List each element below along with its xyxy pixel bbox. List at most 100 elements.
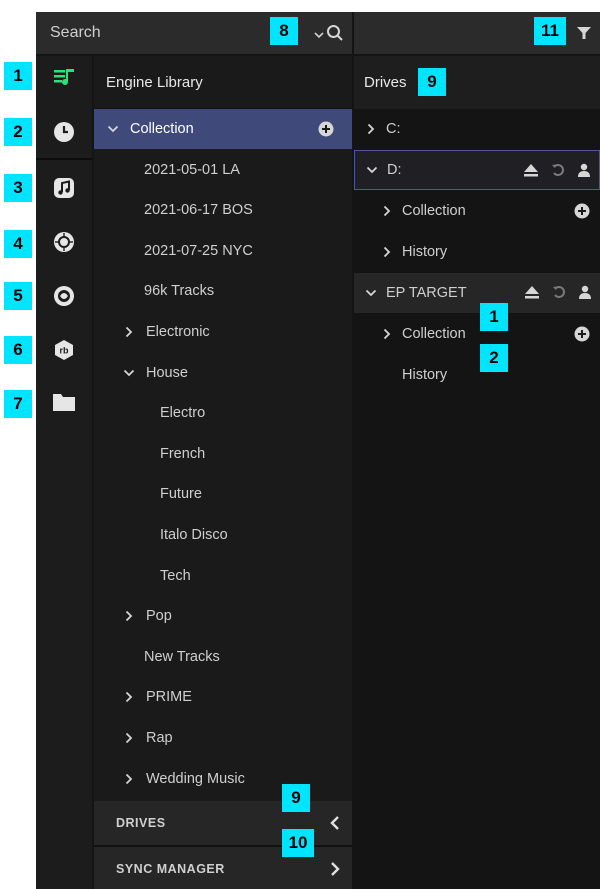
svg-text:rb: rb: [60, 346, 70, 356]
callout-badge: 3: [4, 174, 32, 202]
itunes-icon[interactable]: [52, 176, 76, 200]
chevron-down-icon[interactable]: [106, 125, 120, 133]
drive-item-label: Collection: [402, 326, 466, 342]
tree-item[interactable]: Italo Disco: [94, 515, 352, 555]
chevron-right-icon[interactable]: [380, 205, 394, 217]
history-clock-icon[interactable]: [52, 120, 76, 144]
tree-item-label: 96k Tracks: [144, 283, 215, 300]
chevron-right-icon[interactable]: [122, 691, 136, 703]
tree-item[interactable]: Rap: [94, 718, 352, 758]
tree-item[interactable]: Future: [94, 474, 352, 514]
drive-subitem[interactable]: Collection: [354, 314, 600, 354]
callout-badge: 8: [270, 17, 298, 45]
drive-subitem[interactable]: History: [354, 232, 600, 272]
callout-badge: 10: [282, 829, 314, 857]
callout-badge: 2: [480, 344, 508, 372]
chevron-down-icon[interactable]: [365, 166, 379, 174]
folder-icon[interactable]: [52, 390, 76, 414]
drive-subitem[interactable]: History: [354, 355, 600, 395]
drives-pane: Drives C: D: Collection History EP TARGET Col…: [354, 56, 600, 889]
chevron-down-icon[interactable]: [364, 289, 378, 297]
add-playlist-icon[interactable]: [574, 326, 590, 346]
tree-item-label: Pop: [146, 608, 172, 625]
user-profile-icon[interactable]: [578, 285, 592, 303]
sync-manager-label: SYNC MANAGER: [116, 862, 225, 876]
drive-item-label: D:: [387, 162, 402, 178]
playlist-icon[interactable]: [52, 66, 76, 90]
rail-divider: [36, 158, 92, 160]
chevron-right-icon[interactable]: [122, 610, 136, 622]
chevron-down-icon[interactable]: [122, 369, 136, 377]
callout-badge: 7: [4, 390, 32, 418]
tree-item[interactable]: 96k Tracks: [94, 271, 352, 311]
tree-item[interactable]: New Tracks: [94, 637, 352, 677]
search-input[interactable]: Search: [36, 12, 352, 54]
add-playlist-icon[interactable]: [318, 121, 334, 141]
tree-item[interactable]: Pop: [94, 596, 352, 636]
tree-item-label: Electro: [160, 405, 206, 422]
chevron-right-icon[interactable]: [380, 246, 394, 258]
drive-tools: [523, 163, 591, 181]
engine-app: Search rb Engine Library Collection 2021…: [36, 12, 600, 889]
drive-item-label: History: [402, 367, 448, 383]
drive-item-label: History: [402, 244, 448, 260]
drive-item[interactable]: C:: [354, 109, 600, 149]
tree-item-label: Italo Disco: [160, 527, 228, 543]
search-options-chevron-icon[interactable]: [314, 28, 324, 42]
tree-item[interactable]: 2021-07-25 NYC: [94, 231, 352, 271]
callout-badge: 9: [418, 68, 446, 96]
eject-icon[interactable]: [524, 285, 540, 303]
tree-item-selected[interactable]: Collection: [94, 109, 352, 149]
tree-item-label: Electronic: [146, 324, 210, 340]
drives-panel-label: DRIVES: [116, 816, 166, 830]
tree-item-label: Rap: [146, 730, 173, 746]
callout-badge: 4: [4, 230, 32, 258]
tree-item[interactable]: 2021-05-01 LA: [94, 150, 352, 190]
tree-item[interactable]: Electronic: [94, 312, 352, 352]
chevron-right-icon[interactable]: [122, 326, 136, 338]
tree-item[interactable]: Tech: [94, 556, 352, 596]
tree-item-label: Future: [160, 486, 202, 503]
chevron-right-icon[interactable]: [380, 328, 394, 340]
tree-item-label: Tech: [160, 567, 191, 584]
refresh-icon[interactable]: [552, 285, 566, 303]
tree-item-label: 2021-07-25 NYC: [144, 242, 253, 259]
tree-item[interactable]: Wedding Music: [94, 759, 352, 799]
tree-item-label: 2021-05-01 LA: [144, 161, 240, 178]
tree-item-label: PRIME: [146, 689, 192, 706]
drives-title: Drives: [354, 56, 600, 109]
refresh-icon[interactable]: [551, 163, 565, 181]
tree-item[interactable]: Electro: [94, 393, 352, 433]
tree-item-label: New Tracks: [144, 648, 220, 665]
drive-item[interactable]: EP TARGET: [354, 273, 600, 313]
tree-item[interactable]: House: [94, 353, 352, 393]
tree-item-label: French: [160, 445, 206, 462]
drive-subitem[interactable]: Collection: [354, 191, 600, 231]
tree-item[interactable]: French: [94, 434, 352, 474]
traktor-icon[interactable]: [52, 230, 76, 254]
callout-badge: 1: [480, 303, 508, 331]
expand-right-icon[interactable]: [330, 861, 340, 880]
callout-badge: 1: [4, 62, 32, 90]
tree-item[interactable]: 2021-06-17 BOS: [94, 190, 352, 230]
collapse-left-icon[interactable]: [330, 815, 340, 834]
chevron-right-icon[interactable]: [364, 123, 378, 135]
callout-badge: 6: [4, 336, 32, 364]
drive-tools: [524, 285, 592, 303]
eject-icon[interactable]: [523, 163, 539, 181]
chevron-right-icon[interactable]: [122, 773, 136, 785]
user-profile-icon[interactable]: [577, 163, 591, 181]
drive-item-label: Collection: [402, 203, 466, 219]
callout-badge: 2: [4, 118, 32, 146]
tree-item[interactable]: PRIME: [94, 677, 352, 717]
add-playlist-icon[interactable]: [574, 203, 590, 223]
filter-icon[interactable]: [576, 25, 592, 46]
callout-badge: 11: [534, 17, 566, 45]
chevron-right-icon[interactable]: [122, 732, 136, 744]
rekordbox-icon[interactable]: rb: [52, 338, 76, 362]
serato-icon[interactable]: [52, 284, 76, 308]
drive-item[interactable]: D:: [354, 150, 600, 190]
tree-item-label: Collection: [130, 121, 194, 137]
search-icon[interactable]: [326, 24, 344, 45]
library-pane: Engine Library Collection 2021-05-01 LA 20…: [94, 56, 352, 889]
